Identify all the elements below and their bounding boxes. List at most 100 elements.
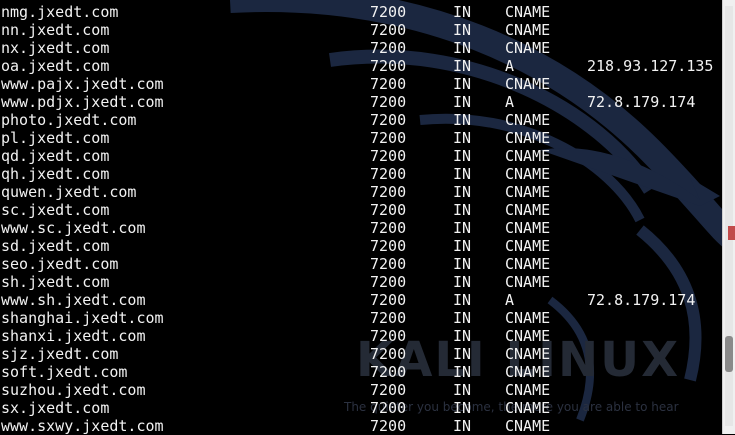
record-data: 72.8.179.174 <box>587 93 696 111</box>
record-name: suzhou.jxedt.com <box>1 381 146 399</box>
record-class: IN <box>453 363 472 381</box>
record-name: photo.jxedt.com <box>1 111 137 129</box>
record-class: IN <box>453 57 472 75</box>
record-type: CNAME <box>505 183 551 201</box>
record-name: www.sxwy.jxedt.com <box>1 417 164 435</box>
record-name: nx.jxedt.com <box>1 39 110 57</box>
record-ttl: 7200 <box>370 417 407 435</box>
record-type: CNAME <box>505 147 551 165</box>
record-ttl: 7200 <box>370 381 407 399</box>
record-ttl: 7200 <box>370 165 407 183</box>
record-name: sx.jxedt.com <box>1 399 110 417</box>
record-class: IN <box>453 255 472 273</box>
record-name: nn.jxedt.com <box>1 21 110 39</box>
record-type: CNAME <box>505 129 551 147</box>
dns-record-row: pl.jxedt.com 7200 IN CNAME <box>0 129 722 147</box>
record-class: IN <box>453 39 472 57</box>
dns-record-row: nmg.jxedt.com 7200 IN CNAME <box>0 3 722 21</box>
record-class: IN <box>453 237 472 255</box>
record-class: IN <box>453 165 472 183</box>
dns-record-row: shanxi.jxedt.com 7200 IN CNAME <box>0 327 722 345</box>
record-name: nmg.jxedt.com <box>1 3 119 21</box>
record-ttl: 7200 <box>370 273 407 291</box>
dns-record-row: qh.jxedt.com 7200 IN CNAME <box>0 165 722 183</box>
record-data: 72.8.179.174 <box>587 291 696 309</box>
dns-record-row: nx.jxedt.com 7200 IN CNAME <box>0 39 722 57</box>
record-class: IN <box>453 147 472 165</box>
dns-record-row: quwen.jxedt.com 7200 IN CNAME <box>0 183 722 201</box>
record-class: IN <box>453 327 472 345</box>
dns-record-row: nn.jxedt.com 7200 IN CNAME <box>0 21 722 39</box>
dns-record-row: suzhou.jxedt.com 7200 IN CNAME <box>0 381 722 399</box>
record-name: seo.jxedt.com <box>1 255 119 273</box>
record-class: IN <box>453 201 472 219</box>
record-class: IN <box>453 183 472 201</box>
dns-record-row: www.pdjx.jxedt.com 7200 IN A 72.8.179.174 <box>0 93 722 111</box>
record-ttl: 7200 <box>370 57 407 75</box>
record-class: IN <box>453 111 472 129</box>
record-name: oa.jxedt.com <box>1 57 110 75</box>
record-type: CNAME <box>505 399 551 417</box>
dns-record-row: sjz.jxedt.com 7200 IN CNAME <box>0 345 722 363</box>
record-name: www.pajx.jxedt.com <box>1 75 164 93</box>
record-class: IN <box>453 75 472 93</box>
record-name: sh.jxedt.com <box>1 273 110 291</box>
dns-record-row: www.sxwy.jxedt.com 7200 IN CNAME <box>0 417 722 435</box>
record-type: CNAME <box>505 417 551 435</box>
record-name: qd.jxedt.com <box>1 147 110 165</box>
record-class: IN <box>453 345 472 363</box>
record-type: CNAME <box>505 39 551 57</box>
record-class: IN <box>453 3 472 21</box>
record-name: sd.jxedt.com <box>1 237 110 255</box>
record-type: CNAME <box>505 75 551 93</box>
record-type: CNAME <box>505 381 551 399</box>
record-name: pl.jxedt.com <box>1 129 110 147</box>
record-ttl: 7200 <box>370 255 407 273</box>
record-type: CNAME <box>505 327 551 345</box>
record-class: IN <box>453 129 472 147</box>
record-class: IN <box>453 93 472 111</box>
dns-record-row: sx.jxedt.com 7200 IN CNAME <box>0 399 722 417</box>
terminal-output[interactable]: nmg.jxedt.com 7200 IN CNAME nn.jxedt.com 7200… <box>0 0 722 435</box>
dns-record-row: soft.jxedt.com 7200 IN CNAME <box>0 363 722 381</box>
vertical-scrollbar[interactable] <box>722 0 735 434</box>
dns-record-row: shanghai.jxedt.com 7200 IN CNAME <box>0 309 722 327</box>
record-type: CNAME <box>505 363 551 381</box>
record-type: CNAME <box>505 201 551 219</box>
record-class: IN <box>453 219 472 237</box>
record-type: CNAME <box>505 111 551 129</box>
record-ttl: 7200 <box>370 363 407 381</box>
dns-record-row: seo.jxedt.com 7200 IN CNAME <box>0 255 722 273</box>
record-class: IN <box>453 291 472 309</box>
record-type: CNAME <box>505 255 551 273</box>
record-ttl: 7200 <box>370 93 407 111</box>
record-type: A <box>505 93 515 111</box>
record-ttl: 7200 <box>370 309 407 327</box>
record-ttl: 7200 <box>370 291 407 309</box>
record-name: soft.jxedt.com <box>1 363 128 381</box>
record-ttl: 7200 <box>370 129 407 147</box>
record-class: IN <box>453 21 472 39</box>
record-type: CNAME <box>505 309 551 327</box>
record-ttl: 7200 <box>370 327 407 345</box>
dns-record-row: www.sh.jxedt.com 7200 IN A 72.8.179.174 <box>0 291 722 309</box>
record-name: www.sc.jxedt.com <box>1 219 146 237</box>
record-name: shanghai.jxedt.com <box>1 309 164 327</box>
record-ttl: 7200 <box>370 147 407 165</box>
dns-record-row: www.sc.jxedt.com 7200 IN CNAME <box>0 219 722 237</box>
record-class: IN <box>453 309 472 327</box>
dns-record-row: sd.jxedt.com 7200 IN CNAME <box>0 237 722 255</box>
dns-record-row: qd.jxedt.com 7200 IN CNAME <box>0 147 722 165</box>
record-ttl: 7200 <box>370 399 407 417</box>
record-class: IN <box>453 381 472 399</box>
record-ttl: 7200 <box>370 237 407 255</box>
scroll-thumb[interactable] <box>725 336 733 372</box>
record-type: CNAME <box>505 219 551 237</box>
record-type: CNAME <box>505 273 551 291</box>
record-name: sc.jxedt.com <box>1 201 110 219</box>
record-ttl: 7200 <box>370 345 407 363</box>
record-name: quwen.jxedt.com <box>1 183 137 201</box>
record-name: shanxi.jxedt.com <box>1 327 146 345</box>
dns-record-row: photo.jxedt.com 7200 IN CNAME <box>0 111 722 129</box>
record-type: A <box>505 291 515 309</box>
